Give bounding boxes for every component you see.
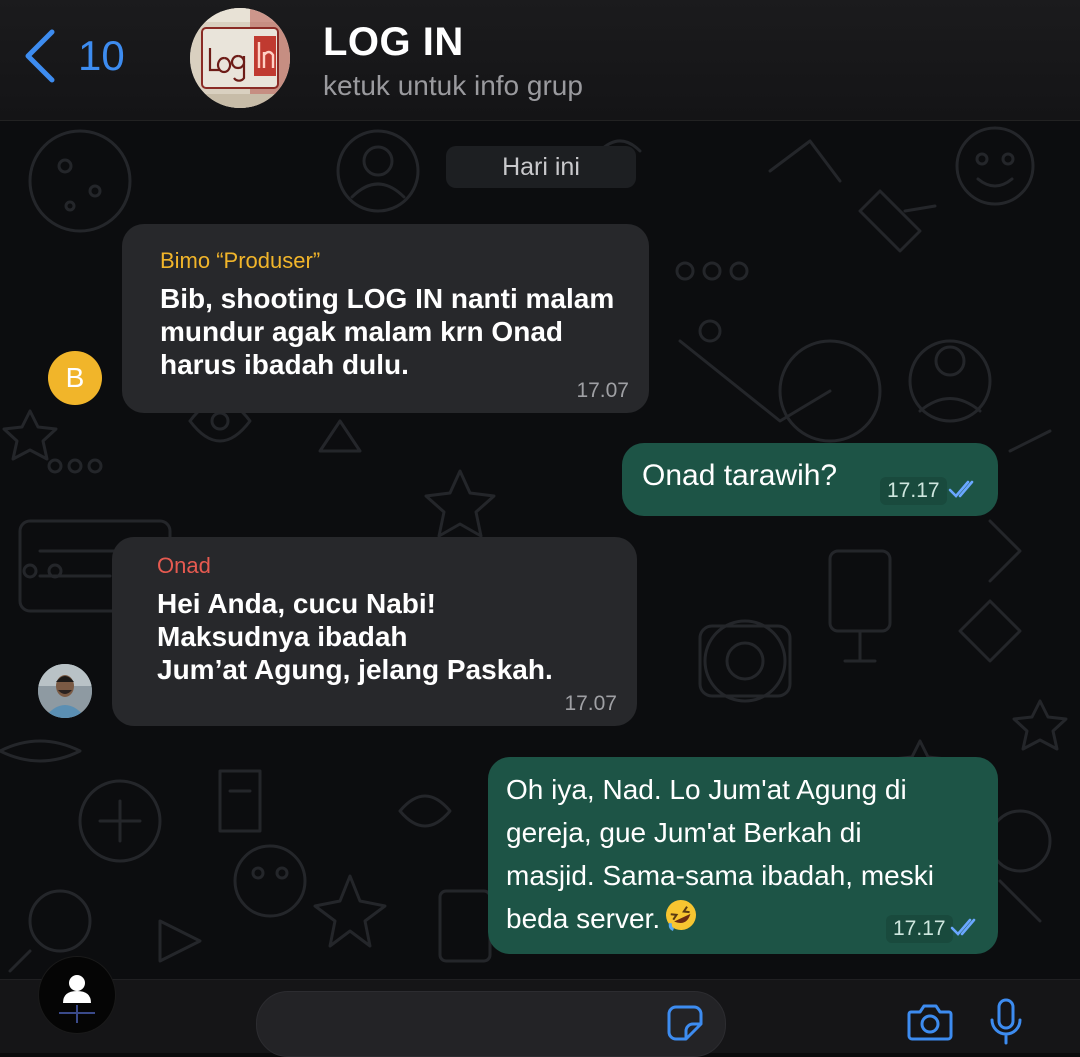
chat-header: 10 LOG IN ketuk untuk info grup: [0, 0, 1080, 121]
message-time: 17.07: [564, 692, 617, 715]
date-separator: Hari ini: [446, 146, 636, 188]
read-receipt-icon: [950, 917, 982, 942]
message-time: 17.07: [576, 379, 629, 402]
read-receipt-icon: [948, 479, 980, 504]
message-bubble-outgoing[interactable]: Oh iya, Nad. Lo Jum'at Agung di gereja, …: [488, 757, 998, 954]
sender-name[interactable]: Bimo “Produser”: [160, 248, 619, 274]
sender-name[interactable]: Onad: [157, 553, 607, 579]
contact-button[interactable]: [39, 957, 115, 1033]
message-text: Oh iya, Nad. Lo Jum'at Agung di gereja, …: [506, 774, 934, 934]
person-icon: [59, 973, 95, 1028]
group-avatar[interactable]: [190, 8, 290, 108]
group-name[interactable]: LOG IN: [323, 20, 464, 65]
group-info-hint[interactable]: ketuk untuk info grup: [323, 70, 583, 102]
message-bubble-incoming[interactable]: Onad Hei Anda, cucu Nabi! Maksudnya ibad…: [112, 537, 637, 726]
message-bubble-incoming[interactable]: Bimo “Produser” Bib, shooting LOG IN nan…: [122, 224, 649, 413]
message-text: Bib, shooting LOG IN nanti malam mundur …: [160, 283, 615, 380]
message-input[interactable]: [256, 991, 726, 1057]
message-time: 17.17: [886, 915, 953, 943]
message-time: 17.17: [880, 477, 947, 505]
chat-area[interactable]: Hari ini B Bimo “Produser” Bib, shooting…: [0, 121, 1080, 979]
chevron-left-icon: [22, 28, 56, 84]
message-bubble-outgoing[interactable]: Onad tarawih? 17.17: [622, 443, 998, 516]
back-button[interactable]: 10: [22, 28, 125, 84]
unread-count: 10: [78, 32, 125, 79]
avatar[interactable]: B: [48, 351, 102, 405]
microphone-icon[interactable]: [988, 998, 1024, 1051]
avatar[interactable]: [38, 664, 92, 718]
message-text: Hei Anda, cucu Nabi! Maksudnya ibadah Ju…: [157, 588, 553, 685]
camera-icon[interactable]: [907, 1002, 953, 1047]
sticker-icon[interactable]: [666, 1004, 704, 1047]
rolling-on-floor-laughing-emoji-icon: [664, 898, 698, 937]
